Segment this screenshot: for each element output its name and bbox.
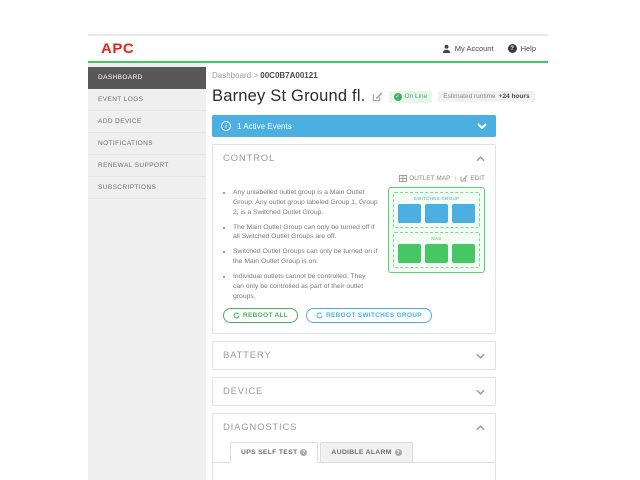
my-account-button[interactable]: My Account [442,44,494,53]
active-events-banner[interactable]: i 1 Active Events [212,115,496,137]
breadcrumb-root[interactable]: Dashboard [212,71,251,80]
apc-logo: APC [101,40,135,57]
device-title: DEVICE [223,386,264,398]
control-section: CONTROL Any unlabelled outlet group is a… [212,144,496,335]
outlet[interactable] [425,204,448,223]
app-header: APC My Account ? Help [88,36,548,61]
device-section: DEVICE [212,377,496,407]
runtime-badge: Estimated runtime +24 hours [438,91,535,102]
page: APC My Account ? Help DASHBOARD EVENT LO… [0,0,640,480]
sidebar-item-event-logs[interactable]: EVENT LOGS [88,89,206,111]
outlet[interactable] [452,244,475,263]
outlet-group-switches: SWITCHES GROUP [393,192,480,228]
tab-ups-self-test[interactable]: UPS SELF TEST ? [230,442,319,464]
control-bullets: Any unlabelled outlet group is a Main Ou… [233,188,378,301]
info-circle-icon: ? [394,449,402,457]
check-icon: ✓ [393,92,402,101]
help-label: Help [520,44,536,53]
diagnostics-title: DIAGNOSTICS [223,422,298,434]
bullet-item: Individual outlets cannot be controlled.… [233,272,378,302]
chevron-up-icon[interactable] [476,425,485,431]
bullet-item: Switched Outlet Groups can only be turne… [233,247,378,267]
battery-title: BATTERY [223,350,272,362]
device-header[interactable]: DEVICE [213,378,495,405]
sidebar-item-dashboard[interactable]: DASHBOARD [88,67,206,89]
help-icon: ? [507,44,517,53]
control-header[interactable]: CONTROL [213,145,495,172]
info-circle-icon: ? [300,449,308,457]
edit-title-icon[interactable] [372,91,383,102]
outlet-group-nas: NAS [393,232,480,268]
my-account-label: My Account [454,44,494,53]
breadcrumb-current: 00C0B7A00121 [260,71,318,80]
outlet-map-link[interactable]: OUTLET MAP [399,174,451,182]
top-divider [88,27,548,36]
page-title: Barney St Ground fl. [212,87,366,105]
outlet-group-label: SWITCHES GROUP [413,196,460,201]
link-separator: | [454,174,457,182]
refresh-icon [233,312,240,319]
info-icon: i [221,121,231,131]
chevron-up-icon[interactable] [476,155,485,162]
chevron-down-icon[interactable] [477,123,487,129]
tab-label: UPS SELF TEST [241,449,298,457]
diagnostics-section: DIAGNOSTICS UPS SELF TEST ? AUDIBLE ALAR… [212,413,496,480]
tab-content [213,462,495,480]
battery-header[interactable]: BATTERY [213,342,495,369]
outlet[interactable] [452,204,475,223]
sidebar-item-notifications[interactable]: NOTIFICATIONS [88,133,206,155]
breadcrumb: Dashboard > 00C0B7A00121 [212,71,496,80]
refresh-icon [316,312,323,319]
outlet[interactable] [398,204,421,223]
sidebar-item-subscriptions[interactable]: SUBSCRIPTIONS [88,177,206,199]
outlet-map-link-label: OUTLET MAP [409,174,451,182]
outlet-map-icon [399,174,407,182]
diagnostics-header[interactable]: DIAGNOSTICS [213,414,495,441]
runtime-label: Estimated runtime [443,93,496,100]
tab-label: AUDIBLE ALARM [331,449,392,457]
help-button[interactable]: ? Help [507,44,536,53]
runtime-value: +24 hours [498,93,530,100]
online-status-badge: ✓ On Line [388,90,433,103]
bullet-item: The Main Outlet Group can only be turned… [233,223,378,243]
chevron-down-icon[interactable] [476,389,485,395]
main-content: Dashboard > 00C0B7A00121 Barney St Groun… [206,63,548,480]
tab-audible-alarm[interactable]: AUDIBLE ALARM ? [320,442,413,463]
title-row: Barney St Ground fl. ✓ On Line Estimated… [212,87,535,106]
diagnostics-tabs: UPS SELF TEST ? AUDIBLE ALARM ? [230,442,495,464]
reboot-all-label: REBOOT ALL [243,312,289,320]
breadcrumb-separator: > [253,71,259,80]
active-events-label: 1 Active Events [237,121,292,131]
outlet-map: SWITCHES GROUP NAS [388,187,485,273]
online-status-label: On Line [404,93,428,100]
chevron-down-icon[interactable] [476,353,485,359]
outlet-group-label: NAS [431,236,442,241]
user-icon [442,44,451,53]
bullet-item: Any unlabelled outlet group is a Main Ou… [233,188,378,218]
edit-link[interactable]: EDIT [460,174,485,182]
control-title: CONTROL [223,153,276,164]
pencil-icon [460,175,468,182]
app-window: APC My Account ? Help DASHBOARD EVENT LO… [88,27,548,480]
battery-section: BATTERY [212,341,496,371]
sidebar: DASHBOARD EVENT LOGS ADD DEVICE NOTIFICA… [88,63,206,480]
outlet[interactable] [398,244,421,263]
reboot-all-button[interactable]: REBOOT ALL [223,308,299,324]
sidebar-item-renewal-support[interactable]: RENEWAL SUPPORT [88,155,206,177]
outlet[interactable] [425,244,448,263]
edit-link-label: EDIT [470,174,485,182]
sidebar-item-add-device[interactable]: ADD DEVICE [88,111,206,133]
